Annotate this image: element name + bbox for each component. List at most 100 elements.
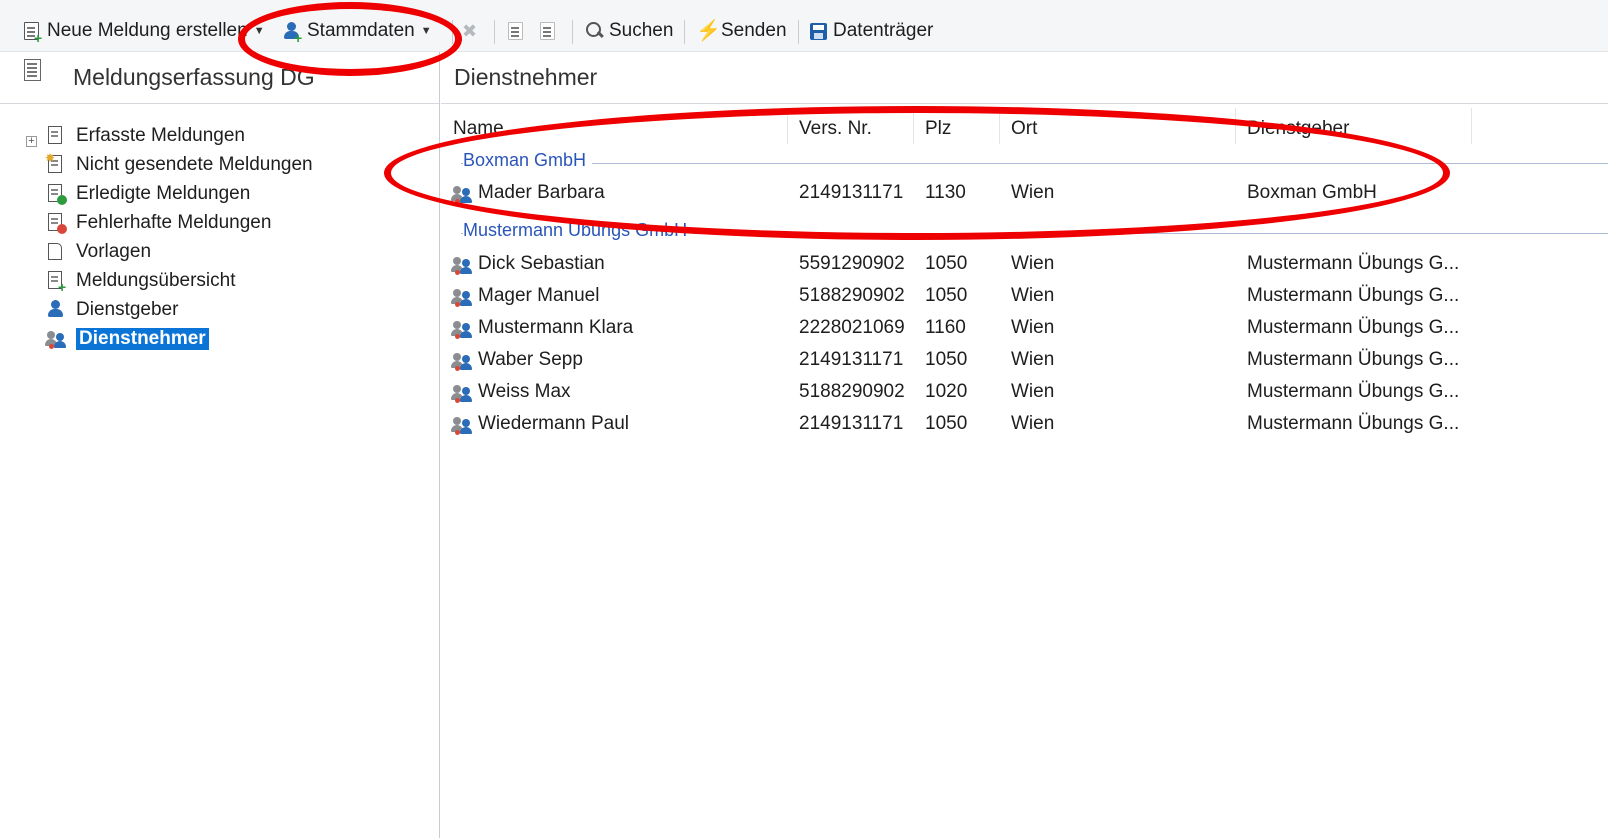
cell-name: Wiedermann Paul [478,413,630,434]
toolbar-separator [452,20,453,44]
tree-item-label: Dienstgeber [76,299,179,320]
tree-item-label: Erledigte Meldungen [76,183,251,204]
tree-item-fehlerhafte-meldungen[interactable]: Fehlerhafte Meldungen [45,209,271,237]
column-header-vers-nr[interactable]: Vers. Nr. [799,114,872,144]
employee-icon [451,415,473,437]
cell-ort: Wien [1011,381,1055,402]
cell-name: Mader Barbara [478,182,605,203]
column-separator[interactable] [1471,108,1472,144]
table-row[interactable]: Mager Manuel 5188290902 1050 Wien Muster… [441,281,1608,313]
toolbar-separator [798,20,799,44]
data-carrier-button[interactable]: Datenträger [808,18,933,44]
tree-item-erfasste-meldungen[interactable]: Erfasste Meldungen [45,122,245,150]
chevron-down-icon[interactable]: ▼ [254,25,265,37]
cell-dienstgeber: Mustermann Übungs G... [1247,317,1460,338]
tree-item-erledigte-meldungen[interactable]: Erledigte Meldungen [45,180,250,208]
cell-ort: Wien [1011,349,1055,370]
template-icon [45,241,67,263]
employee-icon [451,287,473,309]
send-button[interactable]: ⚡ Senden [696,18,787,44]
column-header-plz[interactable]: Plz [925,114,951,144]
employee-icon [451,319,473,341]
tree-item-nicht-gesendete-meldungen[interactable]: ✸ Nicht gesendete Meldungen [45,151,313,179]
cell-ort: Wien [1011,413,1055,434]
table-row[interactable]: Mustermann Klara 2228021069 1160 Wien Mu… [441,313,1608,345]
cell-vers-nr: 5188290902 [799,381,905,402]
cell-ort: Wien [1011,182,1055,203]
preview-icon [506,21,526,41]
cell-dienstgeber: Boxman GmbH [1247,182,1377,203]
navigation-pane: Meldungserfassung DG + Erfasste Meldunge… [0,52,440,838]
cell-plz: 1130 [925,182,966,203]
cell-name: Mustermann Klara [478,317,634,338]
cell-ort: Wien [1011,317,1055,338]
master-data-button[interactable]: + Stammdaten ▼ [282,18,432,45]
table-row[interactable]: Weiss Max 5188290902 1020 Wien Musterman… [441,377,1608,409]
employee-icon [451,351,473,373]
table-row[interactable]: Waber Sepp 2149131171 1050 Wien Musterma… [441,345,1608,377]
cell-vers-nr: 5188290902 [799,285,905,306]
document-chart-icon [45,125,67,147]
page-title: Dienstnehmer [454,64,598,90]
search-icon [584,21,604,41]
delete-button[interactable]: ✖ [462,18,487,44]
send-label: Senden [721,20,787,41]
cell-plz: 1050 [925,285,968,306]
divider [441,103,1608,104]
cell-plz: 1020 [925,381,968,402]
tree-item-dienstgeber[interactable]: Dienstgeber [45,296,178,324]
column-separator[interactable] [787,108,788,144]
column-header-ort[interactable]: Ort [1011,114,1037,144]
new-document-star-icon: ✸ [45,151,67,176]
column-separator[interactable] [913,108,914,144]
copy-icon [538,21,558,41]
employee-list-pane: Dienstnehmer Name Vers. Nr. Plz Ort Dien… [441,52,1608,838]
employee-icon [451,255,473,277]
toolbar-separator [572,20,573,44]
tree-item-vorlagen[interactable]: Vorlagen [45,238,151,266]
cell-vers-nr: 2228021069 [799,317,905,338]
tree-item-meldungsuebersicht[interactable]: + Meldungsübersicht [45,267,235,295]
cell-ort: Wien [1011,253,1055,274]
tree-item-label: Meldungsübersicht [76,270,236,291]
column-separator[interactable] [1235,108,1236,144]
column-separator[interactable] [999,108,1000,144]
copy-button[interactable] [538,18,563,44]
group-divider [461,163,1608,164]
tree-item-dienstnehmer[interactable]: Dienstnehmer [45,325,209,353]
tree-item-label: Fehlerhafte Meldungen [76,212,272,233]
tree-item-label: Vorlagen [76,241,152,262]
column-header-name[interactable]: Name [453,114,504,144]
cell-dienstgeber: Mustermann Übungs G... [1247,413,1460,434]
person-add-icon: + [282,21,302,45]
column-header-dienstgeber[interactable]: Dienstgeber [1247,114,1349,144]
cell-plz: 1050 [925,413,968,434]
employee-icon [451,184,473,206]
group-header[interactable]: Mustermann Übungs GmbH [441,220,1608,246]
cell-dienstgeber: Mustermann Übungs G... [1247,285,1460,306]
cell-vers-nr: 5591290902 [799,253,905,274]
group-header[interactable]: Boxman GmbH [441,150,1608,176]
chevron-down-icon[interactable]: ▼ [421,25,432,37]
table-row[interactable]: Wiedermann Paul 2149131171 1050 Wien Mus… [441,409,1608,441]
master-data-label: Stammdaten [307,20,415,41]
navigation-header: Meldungserfassung DG [0,52,439,104]
search-label: Suchen [609,20,674,41]
preview-button[interactable] [506,18,531,44]
table-row[interactable]: Mader Barbara 2149131171 1130 Wien Boxma… [441,178,1608,210]
new-report-button[interactable]: + Neue Meldung erstellen ▼ [22,18,265,45]
expand-toggle[interactable]: + [26,136,37,147]
group-label: Boxman GmbH [463,150,593,171]
delete-icon: ✖ [462,21,478,41]
cell-dienstgeber: Mustermann Übungs G... [1247,253,1460,274]
data-carrier-label: Datenträger [833,20,934,41]
cell-name: Mager Manuel [478,285,600,306]
search-button[interactable]: Suchen [584,18,673,44]
cell-vers-nr: 2149131171 [799,349,904,370]
toolbar: + Neue Meldung erstellen ▼ + Stammdaten … [0,0,1608,52]
cell-name: Weiss Max [478,381,571,402]
floppy-disk-icon [808,21,828,41]
new-document-icon: + [22,21,42,45]
document-add-icon: + [45,270,67,294]
table-row[interactable]: Dick Sebastian 5591290902 1050 Wien Must… [441,249,1608,281]
